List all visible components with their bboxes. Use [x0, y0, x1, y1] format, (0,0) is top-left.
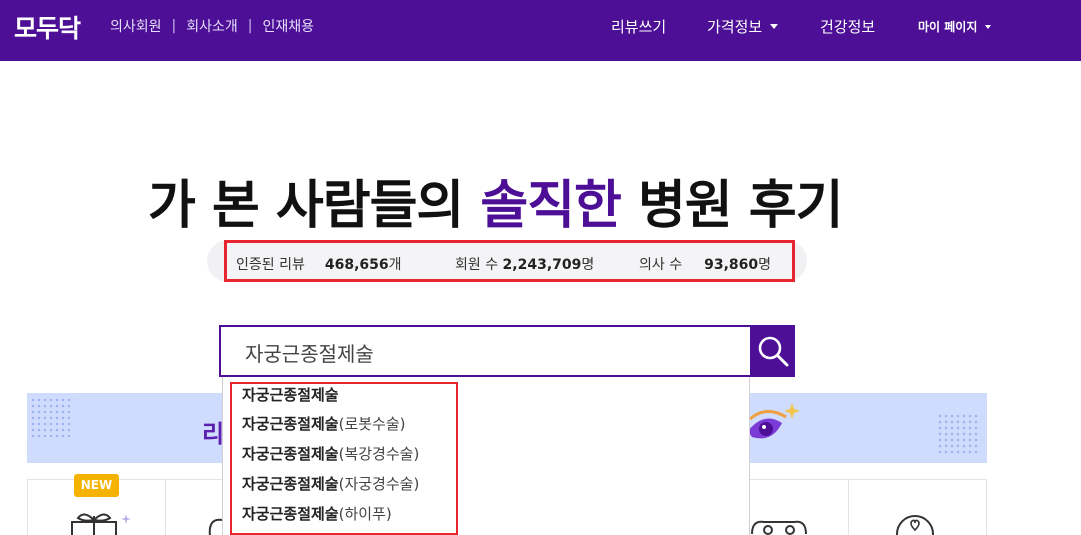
link-recruit[interactable]: 인재채용: [263, 16, 315, 36]
stat-doctors-label: 의사 수: [639, 257, 683, 273]
stat-doctors-unit: 명: [758, 257, 772, 273]
link-doctor-member[interactable]: 의사회원: [110, 16, 162, 36]
nav-health-info-label: 건강정보: [820, 18, 876, 36]
stat-doctors: 의사 수 93,860명: [639, 254, 771, 274]
separator: |: [247, 18, 253, 34]
stat-reviews-unit: 개: [388, 257, 402, 273]
heart-face-icon: [896, 515, 934, 535]
banner-text: 리: [202, 420, 225, 448]
search-button[interactable]: [751, 325, 795, 377]
caret-down-icon: [985, 24, 992, 29]
top-header: 모두닥 의사회원 | 회사소개 | 인재채용 리뷰쓰기 가격정보 건강정보 마이…: [0, 0, 1081, 61]
hero-title-before: 가 본 사람들의: [148, 176, 481, 236]
eye-sparkle-icon: [748, 403, 800, 439]
nav-price-info-label: 가격정보: [707, 18, 763, 36]
search-input[interactable]: [245, 337, 725, 367]
nav-my-page[interactable]: 마이 페이지: [918, 18, 992, 35]
nav-health-info[interactable]: 건강정보: [820, 16, 875, 37]
hero-title: 가 본 사람들의 솔직한 병원 후기: [148, 163, 843, 238]
hero-title-after: 병원 후기: [620, 176, 843, 236]
gift-icon: [71, 513, 131, 535]
category-icon: [751, 520, 807, 535]
nav-write-review[interactable]: 리뷰쓰기: [611, 16, 666, 37]
header-sublinks: 의사회원 | 회사소개 | 인재채용: [110, 16, 314, 36]
search-box: [219, 325, 752, 377]
nav-write-review-label: 리뷰쓰기: [611, 18, 667, 36]
stat-members-unit: 명: [581, 257, 595, 273]
nav-price-info[interactable]: 가격정보: [707, 16, 779, 37]
separator: |: [171, 18, 177, 34]
stat-members-label: 회원 수: [455, 257, 499, 273]
suggestions-highlight-box: [230, 382, 458, 535]
card-divider: [165, 480, 166, 535]
logo[interactable]: 모두닥: [14, 9, 81, 45]
stat-reviews-label: 인증된 리뷰: [236, 257, 305, 273]
new-badge: NEW: [74, 474, 119, 497]
nav-my-page-label: 마이 페이지: [918, 20, 978, 34]
dots-decoration: [30, 397, 74, 437]
search-icon: [758, 336, 789, 367]
card-divider: [848, 480, 849, 535]
caret-down-icon: [770, 24, 779, 29]
stat-doctors-value: 93,860: [704, 257, 759, 273]
dots-decoration: [937, 413, 981, 453]
stat-reviews-value: 468,656: [324, 257, 389, 273]
stat-reviews: 인증된 리뷰 468,656개: [236, 254, 402, 274]
stats-bar: 인증된 리뷰 468,656개 회원 수 2,243,709명 의사 수 93,86…: [224, 240, 795, 282]
link-company-intro[interactable]: 회사소개: [186, 16, 238, 36]
stat-members: 회원 수 2,243,709명: [455, 254, 594, 274]
hero-title-accent: 솔직한: [480, 176, 622, 236]
stat-members-value: 2,243,709: [502, 257, 582, 273]
